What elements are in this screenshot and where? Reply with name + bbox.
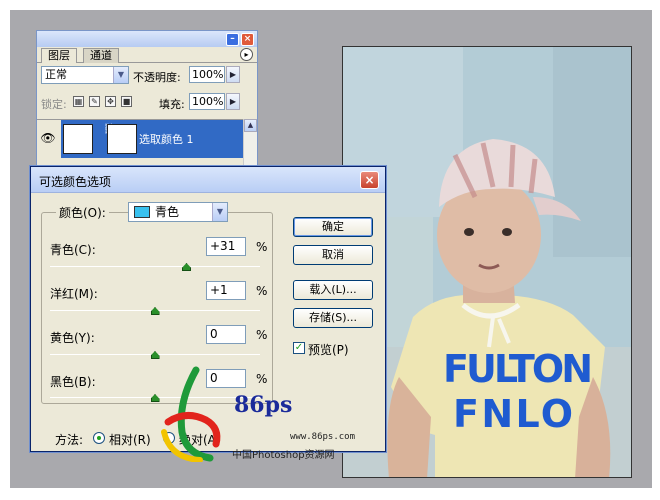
yellow-percent: % (256, 328, 268, 342)
dialog-title: 可选颜色选项 (39, 175, 112, 189)
lock-pixels-icon[interactable]: ✎ (89, 96, 100, 107)
eye-icon[interactable]: 👁 (39, 128, 57, 148)
magenta-input[interactable]: +1 (206, 281, 246, 300)
adjustment-layer-icon (63, 124, 93, 154)
yellow-slider-handle[interactable] (150, 351, 160, 359)
cancel-button[interactable]: 取消 (293, 245, 373, 265)
chevron-down-icon: ▼ (113, 67, 128, 83)
lock-transparency-icon[interactable]: ▦ (73, 96, 84, 107)
save-button[interactable]: 存储(S)... (293, 308, 373, 328)
tab-channels[interactable]: 通道 (83, 48, 119, 63)
workspace-background: FULTON FNLO – × 图层 通道 ▸ 正常 ▼ 不透明度: 100% … (10, 10, 652, 488)
minimize-icon[interactable]: – (226, 33, 239, 46)
lock-position-icon[interactable]: ✥ (105, 96, 116, 107)
colors-select-value: 青色 (155, 205, 180, 219)
yellow-label: 黄色(Y): (50, 331, 95, 345)
layers-tabs: 图层 通道 ▸ (37, 47, 257, 63)
colors-label: 颜色(O): (56, 204, 109, 221)
tab-layers[interactable]: 图层 (41, 48, 77, 63)
fill-input[interactable]: 100% (189, 93, 225, 110)
fill-label: 填充: (159, 98, 185, 111)
preview-checkbox[interactable]: ✓ (293, 342, 305, 354)
chevron-down-icon: ▼ (212, 203, 227, 221)
preview-label[interactable]: 预览(P) (308, 341, 349, 358)
scroll-up-icon[interactable]: ▲ (244, 119, 257, 132)
method-label: 方法: (55, 433, 84, 447)
watermark-url: www.86ps.com (290, 432, 356, 442)
blend-mode-select[interactable]: 正常 ▼ (41, 66, 129, 84)
dialog-titlebar[interactable]: 可选颜色选项 × (31, 167, 385, 193)
colors-select[interactable]: 青色 ▼ (128, 202, 228, 222)
panel-menu-icon[interactable]: ▸ (240, 48, 253, 61)
black-slider-handle[interactable] (150, 394, 160, 402)
cyan-swatch-icon (134, 206, 150, 218)
magenta-slider-handle[interactable] (150, 307, 160, 315)
method-relative-radio[interactable] (93, 432, 105, 444)
magenta-label: 洋红(M): (50, 287, 98, 301)
fill-slider-arrow-icon[interactable]: ▶ (226, 93, 240, 110)
cyan-input[interactable]: +31 (206, 237, 246, 256)
close-icon[interactable]: × (241, 33, 254, 46)
cyan-slider-handle[interactable] (182, 263, 191, 271)
watermark-logo: 86ps www.86ps.com 中国Photoshop资源网 (160, 362, 360, 463)
shirt-text-line1: FULTON (443, 347, 593, 391)
opacity-label: 不透明度: (133, 71, 181, 84)
opacity-input[interactable]: 100% (189, 66, 225, 83)
magenta-percent: % (256, 284, 268, 298)
layer-name[interactable]: 选取颜色 1 (139, 131, 194, 147)
blend-mode-value: 正常 (45, 68, 67, 81)
layer-row-selected[interactable]: ⛓ 选取颜色 1 (61, 120, 245, 158)
lock-label: 锁定: (41, 98, 67, 111)
close-icon[interactable]: × (360, 171, 379, 189)
yellow-input[interactable]: 0 (206, 325, 246, 344)
ok-button[interactable]: 确定 (293, 217, 373, 237)
cyan-slider-track[interactable] (50, 266, 260, 267)
layer-mask-thumbnail[interactable] (107, 124, 137, 154)
layers-scrollbar[interactable]: ▲ (243, 119, 257, 169)
method-relative-label[interactable]: 相对(R) (109, 431, 151, 448)
layers-panel-titlebar[interactable]: – × (37, 31, 257, 47)
layers-panel: – × 图层 通道 ▸ 正常 ▼ 不透明度: 100% ▶ 锁定: ▦ ✎ ✥ … (36, 30, 258, 170)
watermark-swirl-icon (161, 366, 221, 463)
watermark-brand: 86ps (234, 392, 293, 418)
shirt-text-line2: FNLO (453, 392, 573, 436)
child-photo: FULTON FNLO (343, 47, 631, 477)
opacity-slider-arrow-icon[interactable]: ▶ (226, 66, 240, 83)
cyan-percent: % (256, 240, 268, 254)
black-label: 黑色(B): (50, 375, 96, 389)
watermark-caption: 中国Photoshop资源网 (232, 450, 335, 461)
lock-all-icon[interactable]: ■ (121, 96, 132, 107)
load-button[interactable]: 载入(L)... (293, 280, 373, 300)
layer-row[interactable]: 👁 ⛓ 选取颜色 1 (37, 119, 255, 158)
cyan-label: 青色(C): (50, 243, 96, 257)
